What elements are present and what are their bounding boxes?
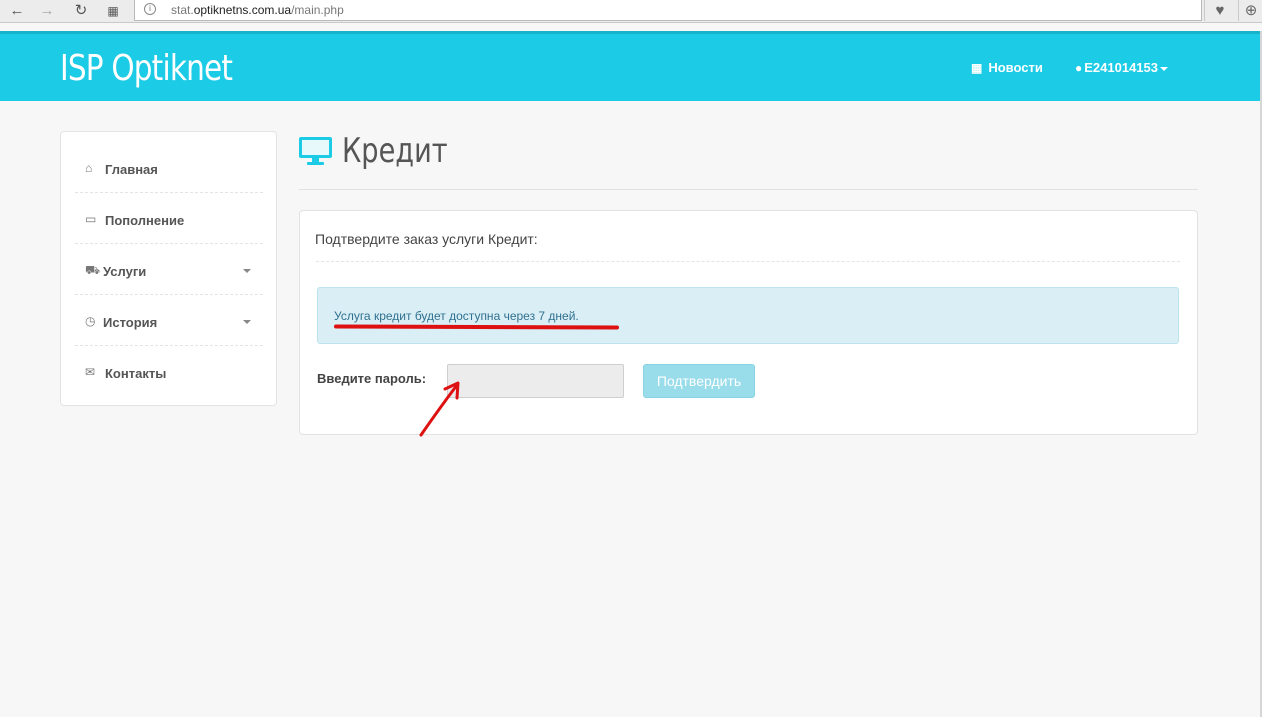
- url-domain: optiknetns.com.ua: [193, 3, 292, 17]
- envelope-icon: ✉: [85, 365, 96, 379]
- news-label: Новости: [988, 60, 1043, 75]
- alert-text: Услуга кредит будет доступна через 7 дне…: [334, 309, 579, 323]
- password-label: Введите пароль:: [317, 371, 427, 386]
- sidebar-item-label: Главная: [105, 162, 158, 177]
- news-link[interactable]: ▦ Новости: [971, 60, 1043, 75]
- forward-arrow-icon[interactable]: →: [38, 2, 56, 20]
- password-input[interactable]: [447, 364, 624, 398]
- money-icon: ▭: [85, 212, 97, 226]
- sidebar-item-topup[interactable]: ▭ Пополнение: [75, 193, 263, 244]
- clock-icon: ◷: [85, 314, 96, 328]
- home-icon: ⌂: [85, 161, 93, 175]
- heart-icon[interactable]: ♥: [1204, 0, 1235, 21]
- user-label: E241014153: [1084, 60, 1158, 75]
- user-menu[interactable]: ● E241014153: [1075, 60, 1168, 75]
- brand-logo[interactable]: ISP Optiknet: [60, 48, 233, 89]
- browser-toolbar: ← → ↻ ▦ i stat.optiknetns.com.ua/main.ph…: [0, 0, 1262, 23]
- reload-icon[interactable]: ↻: [72, 2, 90, 20]
- back-arrow-icon[interactable]: ←: [8, 2, 26, 20]
- page-header: Кредит: [299, 131, 1198, 190]
- sidebar-item-label: Услуги: [103, 264, 147, 279]
- address-bar[interactable]: i stat.optiknetns.com.ua/main.php: [134, 0, 1202, 21]
- download-icon[interactable]: ⊕: [1238, 0, 1262, 21]
- url-text: stat.optiknetns.com.ua/main.php: [171, 3, 344, 17]
- cart-icon: ⛟: [85, 263, 101, 277]
- info-alert: Услуга кредит будет доступна через 7 дне…: [317, 287, 1179, 344]
- site-info-icon[interactable]: i: [144, 3, 156, 15]
- confirm-button[interactable]: Подтвердить: [643, 364, 755, 398]
- sidebar-item-label: Пополнение: [105, 213, 185, 228]
- divider: [316, 261, 1180, 262]
- sidebar-item-contacts[interactable]: ✉ Контакты: [75, 346, 263, 397]
- desktop-icon: [299, 137, 332, 165]
- url-prefix: stat.: [171, 3, 194, 17]
- sidebar-item-home[interactable]: ⌂ Главная: [75, 142, 263, 193]
- apps-grid-icon[interactable]: ▦: [104, 2, 122, 20]
- calendar-icon: ▦: [971, 61, 983, 75]
- chevron-down-icon: [1160, 66, 1168, 71]
- sidebar-item-services[interactable]: ⛟ Услуги: [75, 244, 263, 295]
- chevron-down-icon: [243, 269, 251, 273]
- sidebar-item-label: Контакты: [105, 366, 167, 381]
- annotation-arrow-icon: [419, 381, 460, 437]
- annotation-underline: [333, 324, 620, 330]
- panel-heading: Подтвердите заказ услуги Кредит:: [315, 231, 538, 247]
- url-path: /main.php: [291, 3, 344, 17]
- sidebar-nav: ⌂ Главная ▭ Пополнение ⛟ Услуги ◷ Истори…: [60, 131, 277, 406]
- page-title: Кредит: [342, 131, 448, 171]
- site-header: ISP Optiknet ▦ Новости ● E241014153: [0, 31, 1260, 101]
- user-icon: ●: [1075, 61, 1083, 75]
- sidebar-item-label: История: [103, 315, 158, 330]
- sidebar-item-history[interactable]: ◷ История: [75, 295, 263, 346]
- chevron-down-icon: [243, 320, 251, 324]
